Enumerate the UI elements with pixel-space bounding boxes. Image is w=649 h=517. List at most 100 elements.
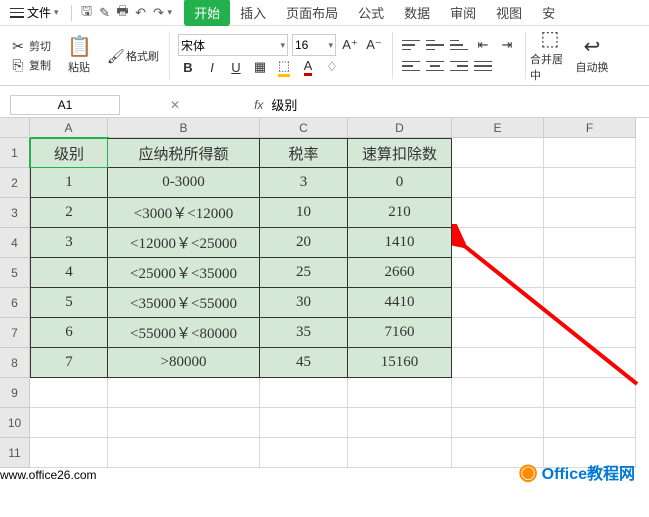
cell[interactable] [452,318,544,348]
column-headers[interactable]: A B C D E F [30,118,649,138]
cell[interactable] [544,258,636,288]
cell[interactable]: 应纳税所得额 [108,138,260,168]
row-header[interactable]: 1 [0,138,30,168]
cell[interactable] [348,378,452,408]
tab-insert[interactable]: 插入 [230,0,276,26]
undo-icon[interactable]: ↶ [132,5,150,21]
col-header-d[interactable]: D [348,118,452,138]
highlight-button[interactable]: ♢ [322,57,342,77]
font-color-button[interactable]: A [298,57,318,77]
cell[interactable]: 20 [260,228,348,258]
row-header[interactable]: 3 [0,198,30,228]
tab-review[interactable]: 审阅 [440,0,486,26]
cell[interactable]: 1 [30,168,108,198]
cell[interactable]: 3 [30,228,108,258]
file-menu[interactable]: 文件 ▾ [4,2,65,23]
align-top-button[interactable] [401,35,421,55]
cancel-icon[interactable]: ✕ [170,98,180,112]
spreadsheet-grid[interactable]: A B C D E F 1级别应纳税所得额税率速算扣除数210-30003032… [0,118,649,468]
row-header[interactable]: 9 [0,378,30,408]
cell[interactable] [544,408,636,438]
bold-button[interactable]: B [178,57,198,77]
cell[interactable]: 45 [260,348,348,378]
fill-color-button[interactable]: ⬚ [274,57,294,77]
col-header-b[interactable]: B [108,118,260,138]
cell[interactable]: 5 [30,288,108,318]
row-header[interactable]: 8 [0,348,30,378]
row-header[interactable]: 2 [0,168,30,198]
col-header-a[interactable]: A [30,118,108,138]
tab-security[interactable]: 安 [532,0,565,26]
cell[interactable] [452,408,544,438]
cell[interactable]: 10 [260,198,348,228]
cell[interactable] [108,408,260,438]
select-all-corner[interactable] [0,118,30,138]
cell[interactable]: 25 [260,258,348,288]
cell[interactable] [260,438,348,468]
cell[interactable]: 4410 [348,288,452,318]
decrease-font-button[interactable]: A⁻ [364,35,384,55]
font-name-combo[interactable]: 宋体▾ [178,34,288,56]
decrease-indent-button[interactable]: ⇤ [473,35,493,55]
cell[interactable]: 15160 [348,348,452,378]
cell[interactable] [452,348,544,378]
cell[interactable]: 30 [260,288,348,318]
tab-formulas[interactable]: 公式 [348,0,394,26]
increase-font-button[interactable]: A⁺ [340,35,360,55]
cell[interactable] [544,378,636,408]
save-icon[interactable]: 🖫 [78,2,96,24]
cell[interactable] [108,438,260,468]
cell[interactable]: 1410 [348,228,452,258]
name-box[interactable] [10,95,120,115]
cell[interactable]: 2 [30,198,108,228]
col-header-f[interactable]: F [544,118,636,138]
cell[interactable]: <35000￥<55000 [108,288,260,318]
cell[interactable]: >80000 [108,348,260,378]
cell[interactable] [348,438,452,468]
tab-home[interactable]: 开始 [184,0,230,26]
cell[interactable]: 税率 [260,138,348,168]
row-header[interactable]: 7 [0,318,30,348]
align-left-button[interactable] [401,56,421,76]
italic-button[interactable]: I [202,57,222,77]
align-right-button[interactable] [449,56,469,76]
format-painter-button[interactable]: 🖌格式刷 [105,47,161,65]
formula-input[interactable] [267,95,649,115]
cell[interactable]: 速算扣除数 [348,138,452,168]
fx-button[interactable]: fx [250,98,267,112]
tab-data[interactable]: 数据 [394,0,440,26]
row-header[interactable]: 5 [0,258,30,288]
cell[interactable]: 7 [30,348,108,378]
cell[interactable] [30,408,108,438]
cell[interactable]: 3 [260,168,348,198]
align-center-button[interactable] [425,56,445,76]
underline-button[interactable]: U [226,57,246,77]
cell[interactable]: 0-3000 [108,168,260,198]
border-button[interactable]: ▦ [250,57,270,77]
cell[interactable] [544,318,636,348]
cell[interactable] [30,438,108,468]
cell[interactable] [452,138,544,168]
cell[interactable] [452,288,544,318]
cell[interactable]: 0 [348,168,452,198]
increase-indent-button[interactable]: ⇥ [497,35,517,55]
merge-center-button[interactable]: ⬚ 合并居中 [530,28,570,82]
cell[interactable]: 4 [30,258,108,288]
tab-view[interactable]: 视图 [486,0,532,26]
qat-chevron-icon[interactable]: ▾ [168,7,173,18]
cell[interactable] [544,288,636,318]
row-header[interactable]: 10 [0,408,30,438]
cell[interactable] [108,378,260,408]
wrap-text-button[interactable]: ↩ 自动换 [572,28,612,82]
paste-button[interactable]: 📋 粘贴 [59,28,99,82]
row-header[interactable]: 6 [0,288,30,318]
cell[interactable]: 2660 [348,258,452,288]
print-icon[interactable]: 🖶 [114,2,132,24]
cell[interactable]: <55000￥<80000 [108,318,260,348]
cell[interactable] [260,408,348,438]
cell[interactable] [452,168,544,198]
cell[interactable]: <25000￥<35000 [108,258,260,288]
copy-button[interactable]: ⎘复制 [8,56,53,74]
align-middle-button[interactable] [425,35,445,55]
tab-page-layout[interactable]: 页面布局 [276,0,348,26]
